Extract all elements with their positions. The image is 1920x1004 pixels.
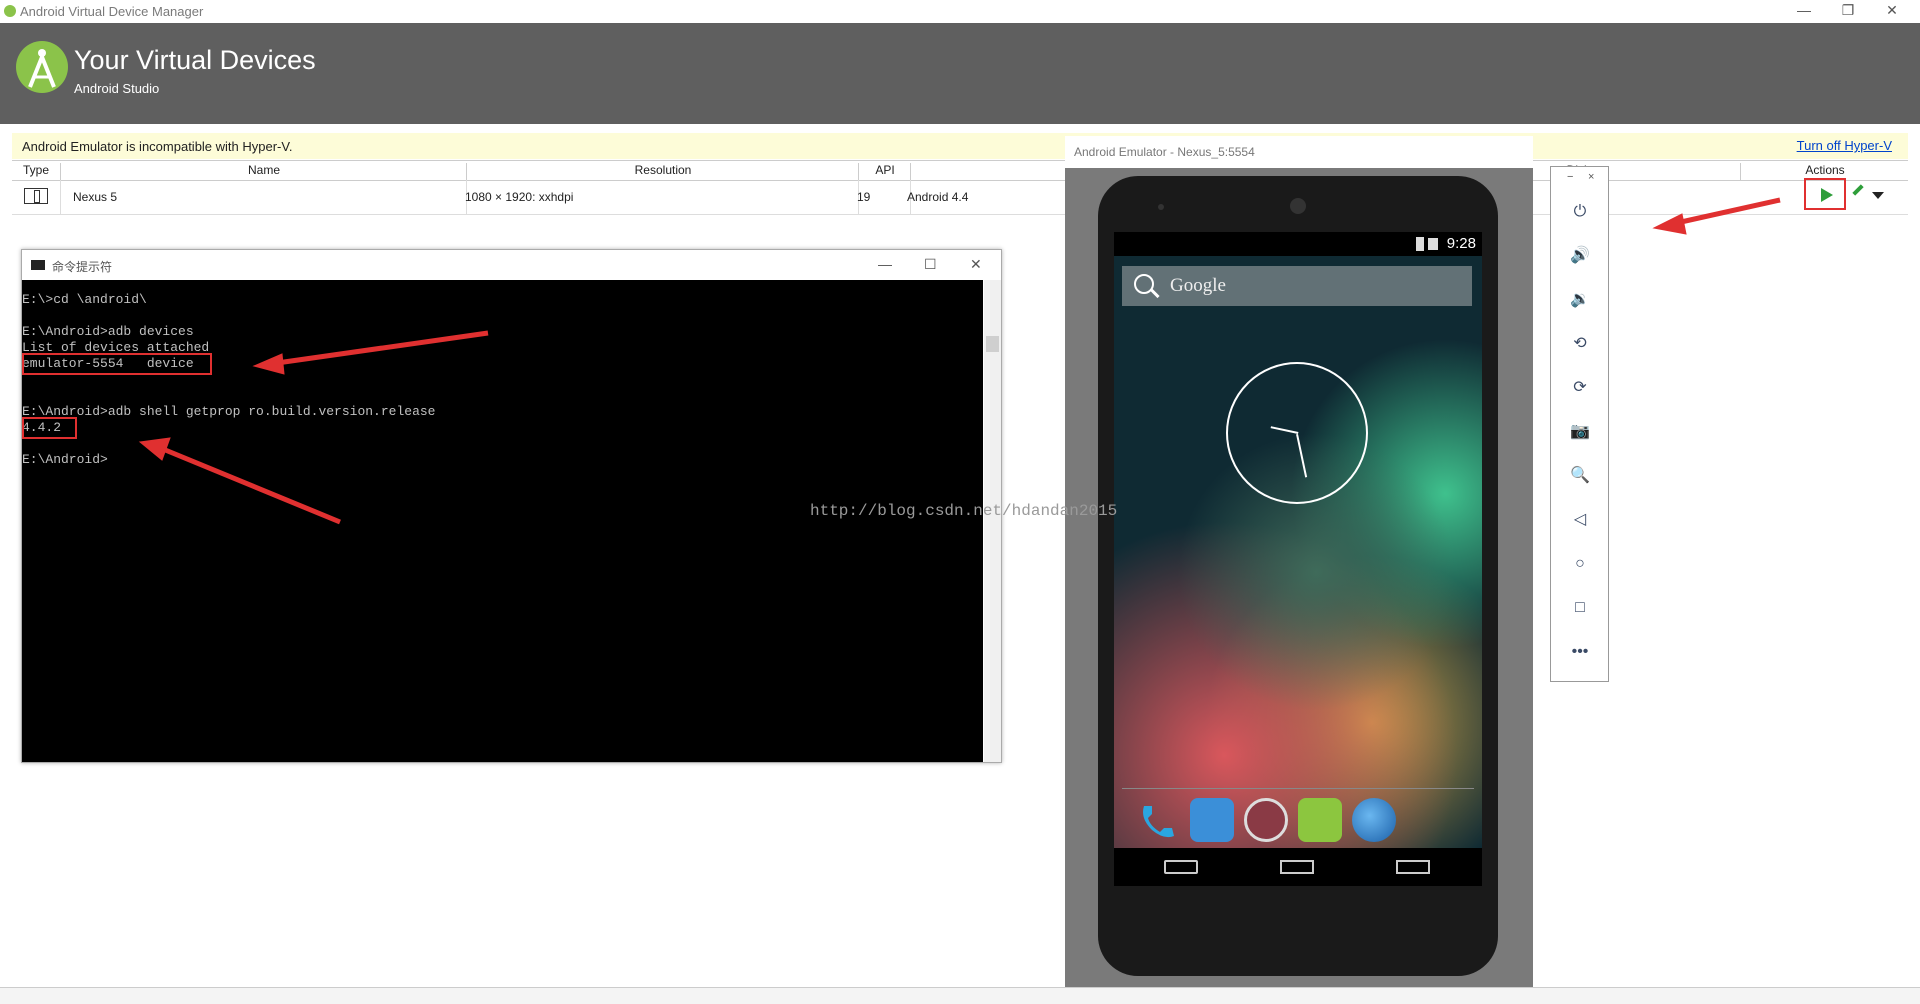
bottom-button-bar	[0, 987, 1920, 1004]
annotation-arrows	[138, 197, 1781, 525]
